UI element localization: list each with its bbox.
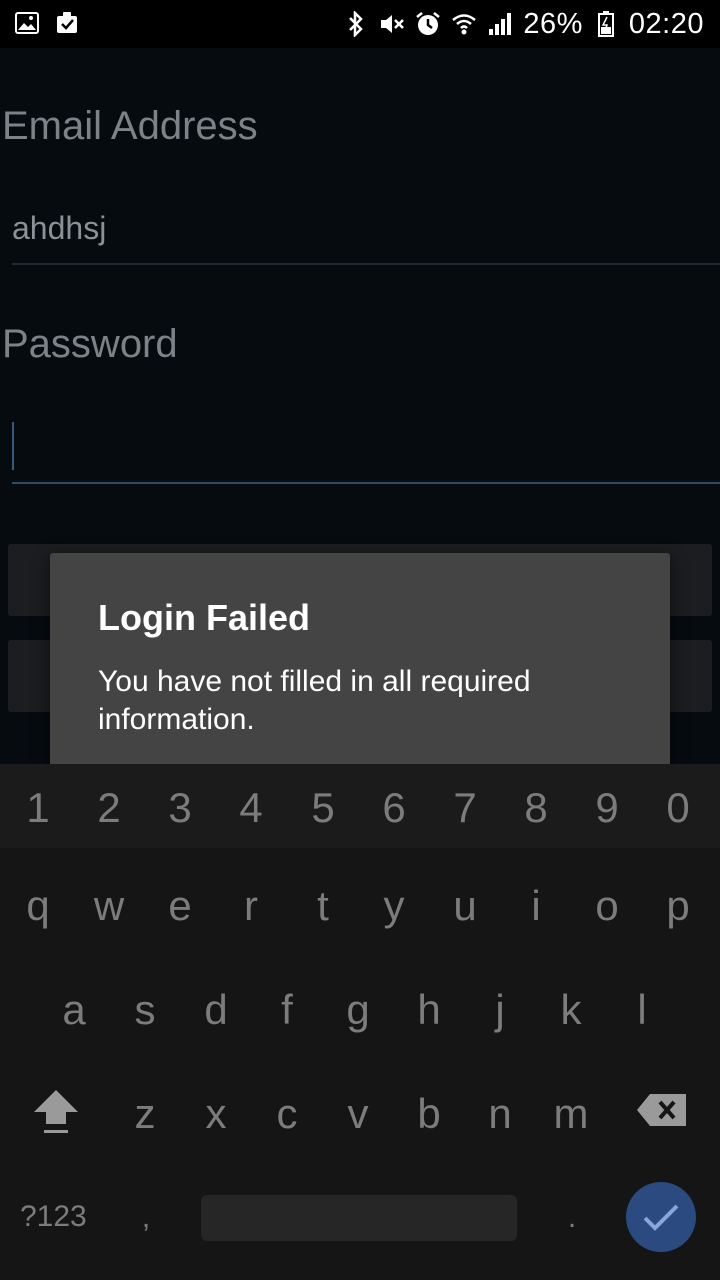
key-9[interactable]: 9 (577, 778, 637, 838)
signal-icon (487, 11, 513, 37)
key-x[interactable]: x (186, 1084, 246, 1144)
clock: 02:20 (628, 7, 704, 40)
done-button[interactable] (626, 1182, 696, 1252)
task-check-icon (54, 10, 80, 36)
checkmark-icon (643, 1204, 679, 1231)
key-s[interactable]: s (115, 980, 175, 1040)
key-b[interactable]: b (399, 1084, 459, 1144)
key-z[interactable]: z (115, 1084, 175, 1144)
dialog-message: You have not filled in all required info… (98, 665, 531, 736)
key-2[interactable]: 2 (79, 778, 139, 838)
key-h[interactable]: h (399, 980, 459, 1040)
period-key[interactable]: . (542, 1188, 602, 1248)
key-0[interactable]: 0 (648, 778, 708, 838)
symbols-key[interactable]: ?123 (20, 1200, 87, 1234)
email-field[interactable]: ahdhsj (12, 210, 106, 247)
dialog-title: Login Failed (98, 597, 310, 638)
key-m[interactable]: m (541, 1084, 601, 1144)
key-k[interactable]: k (541, 980, 601, 1040)
key-w[interactable]: w (79, 876, 139, 936)
shift-arrow-icon (34, 1090, 78, 1133)
key-i[interactable]: i (506, 876, 566, 936)
key-a[interactable]: a (44, 980, 104, 1040)
email-field-underline (12, 263, 720, 265)
key-l[interactable]: l (612, 980, 672, 1040)
space-key[interactable] (201, 1195, 517, 1241)
wifi-icon (451, 11, 477, 37)
key-f[interactable]: f (257, 980, 317, 1040)
key-g[interactable]: g (328, 980, 388, 1040)
gallery-icon (14, 10, 40, 36)
battery-percent: 26% (523, 7, 583, 40)
key-u[interactable]: u (435, 876, 495, 936)
bluetooth-icon (343, 11, 369, 37)
email-label: Email Address (2, 104, 258, 148)
soft-keyboard: 1 2 3 4 5 6 7 8 9 0 q w e r t y u i o p … (0, 764, 720, 1280)
password-label: Password (2, 322, 178, 366)
key-n[interactable]: n (470, 1084, 530, 1144)
key-q[interactable]: q (8, 876, 68, 936)
key-6[interactable]: 6 (364, 778, 424, 838)
text-cursor (12, 422, 14, 470)
key-t[interactable]: t (293, 876, 353, 936)
password-field-underline (12, 482, 720, 484)
key-e[interactable]: e (150, 876, 210, 936)
key-v[interactable]: v (328, 1084, 388, 1144)
key-4[interactable]: 4 (221, 778, 281, 838)
key-8[interactable]: 8 (506, 778, 566, 838)
key-r[interactable]: r (221, 876, 281, 936)
backspace-key[interactable] (632, 1084, 692, 1144)
mute-icon (379, 11, 405, 37)
key-7[interactable]: 7 (435, 778, 495, 838)
backspace-icon (637, 1094, 686, 1126)
key-3[interactable]: 3 (150, 778, 210, 838)
shift-key[interactable] (26, 1084, 86, 1144)
status-bar: 26% 02:20 (0, 0, 720, 48)
key-y[interactable]: y (364, 876, 424, 936)
battery-icon (593, 11, 619, 37)
comma-key[interactable]: , (116, 1188, 176, 1248)
login-failed-dialog[interactable]: Login Failed You have not filled in all … (50, 553, 670, 774)
key-1[interactable]: 1 (8, 778, 68, 838)
key-5[interactable]: 5 (293, 778, 353, 838)
key-c[interactable]: c (257, 1084, 317, 1144)
key-d[interactable]: d (186, 980, 246, 1040)
key-j[interactable]: j (470, 980, 530, 1040)
alarm-icon (415, 11, 441, 37)
key-p[interactable]: p (648, 876, 708, 936)
key-o[interactable]: o (577, 876, 637, 936)
